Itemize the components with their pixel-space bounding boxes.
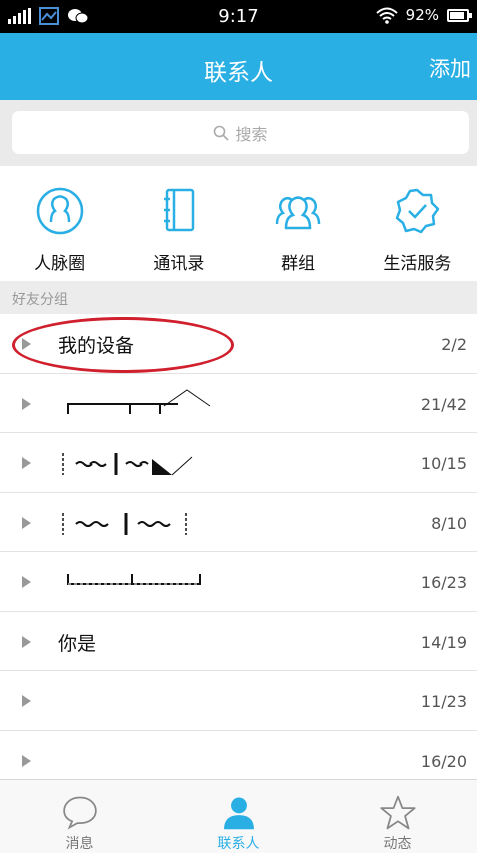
group-name-symbols [67, 388, 211, 414]
search-icon [214, 125, 230, 141]
group-count: 14/19 [420, 632, 467, 652]
group-row[interactable]: 21/42 [0, 373, 477, 433]
expand-arrow-icon [22, 754, 31, 767]
wifi-icon [375, 7, 398, 24]
quick-action-label: 群组 [281, 254, 316, 274]
group-name-symbols [62, 512, 187, 535]
star-icon [379, 795, 416, 830]
add-button[interactable]: 添加 [429, 53, 471, 83]
quick-action-life-services[interactable]: 生活服务 [358, 166, 477, 281]
tab-label: 动态 [383, 836, 412, 852]
quick-actions: 人脉圈 通讯录 群组 生活服务 [0, 166, 477, 281]
group-count: 16/20 [420, 751, 467, 771]
search-input[interactable]: 搜索 [12, 111, 469, 154]
chat-bubble-icon [62, 796, 97, 830]
friend-groups-list: 我的设备 2/2 21/42 10/15 8/10 16/23 你是 14/19… [0, 314, 477, 790]
quick-action-label: 人脉圈 [34, 254, 86, 274]
expand-arrow-icon [22, 457, 31, 469]
group-row[interactable]: 10/15 [0, 433, 477, 493]
group-count: 21/42 [420, 394, 467, 414]
expand-arrow-icon [22, 695, 31, 707]
status-right-icons: 92% [375, 6, 472, 24]
page-title: 联系人 [204, 60, 273, 86]
battery-percent: 92% [405, 6, 439, 24]
tab-messages[interactable]: 消息 [0, 780, 159, 853]
bottom-tab-bar: 消息 联系人 动态 [0, 779, 477, 853]
expand-arrow-icon [22, 338, 31, 350]
group-row[interactable]: 我的设备 2/2 [0, 314, 477, 374]
expand-arrow-icon [22, 576, 31, 588]
group-count: 11/23 [420, 692, 467, 711]
group-count: 2/2 [441, 335, 467, 354]
address-book-icon [163, 188, 195, 232]
group-icon [275, 196, 321, 230]
tab-label: 联系人 [217, 836, 260, 852]
group-row[interactable]: 你是 14/19 [0, 611, 477, 671]
group-name-symbols [67, 574, 201, 585]
quick-action-label: 生活服务 [383, 254, 452, 274]
quick-action-address-book[interactable]: 通讯录 [119, 166, 238, 281]
group-count: 10/15 [420, 454, 467, 473]
expand-arrow-icon [22, 516, 31, 529]
status-bar: 9:17 92% [0, 0, 477, 33]
badge-check-icon [396, 188, 440, 234]
quick-action-label: 通讯录 [153, 254, 205, 274]
expand-arrow-icon [22, 397, 31, 410]
app-header: 联系人 添加 [0, 33, 477, 100]
friend-groups-header: 好友分组 [0, 281, 477, 314]
group-row[interactable]: 8/10 [0, 492, 477, 552]
tab-label: 消息 [65, 836, 94, 852]
quick-action-groups[interactable]: 群组 [239, 166, 358, 281]
group-name-symbols [62, 453, 193, 476]
tab-moments[interactable]: 动态 [318, 780, 477, 853]
expand-arrow-icon [22, 635, 31, 648]
group-count: 16/23 [420, 573, 467, 592]
search-area: 搜索 [0, 100, 477, 166]
group-row[interactable]: 11/23 [0, 671, 477, 731]
quick-action-contacts-circle[interactable]: 人脉圈 [0, 166, 119, 281]
group-name: 你是 [58, 632, 97, 655]
group-row[interactable]: 16/23 [0, 552, 477, 612]
tab-contacts[interactable]: 联系人 [159, 780, 318, 853]
group-name: 我的设备 [58, 335, 135, 357]
search-placeholder: 搜索 [235, 124, 268, 144]
person-circle-icon [36, 187, 83, 235]
battery-icon [447, 8, 472, 22]
contact-person-icon [223, 797, 254, 830]
group-count: 8/10 [431, 513, 467, 533]
